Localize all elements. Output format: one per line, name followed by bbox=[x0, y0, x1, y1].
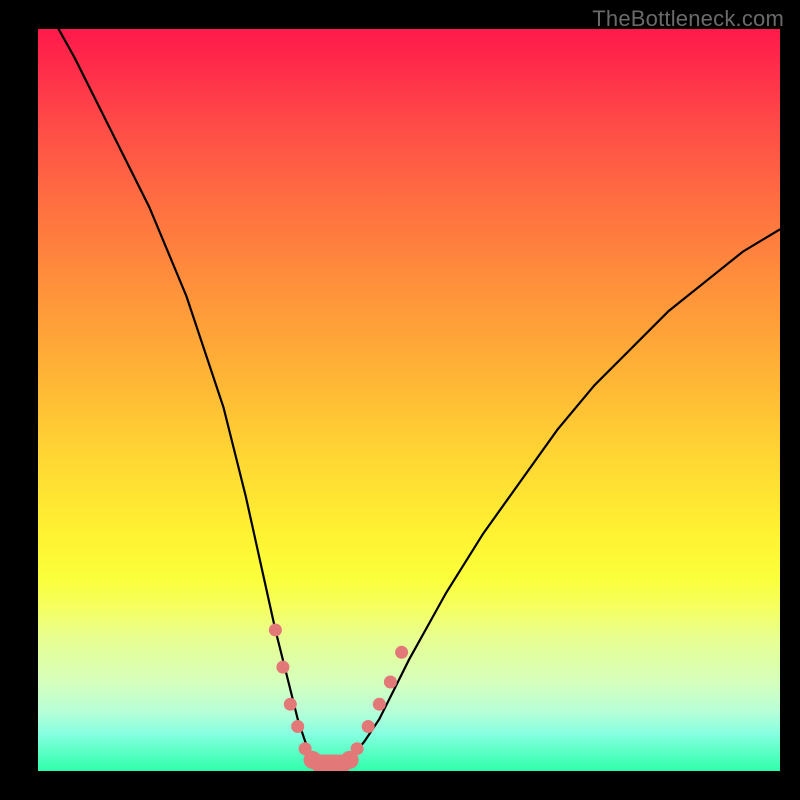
data-point bbox=[291, 720, 304, 733]
data-point bbox=[284, 698, 297, 711]
data-point bbox=[373, 698, 386, 711]
data-point bbox=[351, 742, 364, 755]
data-point bbox=[362, 720, 375, 733]
data-point bbox=[269, 624, 282, 637]
bottleneck-curve bbox=[38, 29, 780, 764]
watermark-text: TheBottleneck.com bbox=[592, 6, 784, 32]
marker-group bbox=[269, 624, 408, 772]
data-point bbox=[384, 676, 397, 689]
data-point bbox=[276, 661, 289, 674]
chart-frame: TheBottleneck.com bbox=[0, 0, 800, 800]
bottleneck-chart bbox=[38, 29, 780, 771]
data-point bbox=[395, 646, 408, 659]
plot-area bbox=[38, 29, 780, 771]
